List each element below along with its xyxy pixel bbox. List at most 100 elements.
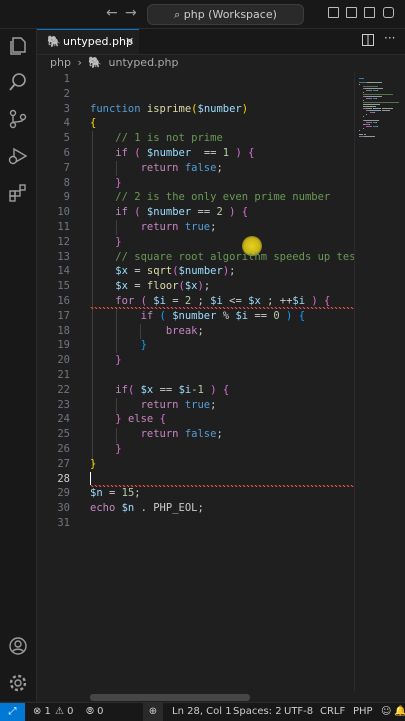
code-token: ) <box>305 295 318 307</box>
code-token: else <box>127 413 160 426</box>
line-number: 30 <box>57 502 70 515</box>
line-number: 27 <box>57 457 70 470</box>
line-number: 20 <box>57 354 70 367</box>
explorer-icon[interactable] <box>7 35 29 57</box>
close-tab-icon[interactable]: ✕ <box>125 30 134 54</box>
code-token: } <box>140 339 147 352</box>
code-editor[interactable]: 1 2 3 function isprime($number) 4{5 // 1 is … <box>37 72 354 692</box>
line-endings[interactable]: CRLF <box>320 703 345 721</box>
horizontal-scrollbar[interactable] <box>90 694 250 701</box>
search-icon[interactable] <box>7 71 29 93</box>
code-token: ) <box>279 309 293 322</box>
minimap-mark <box>368 124 370 125</box>
code-text: if ( $number % $i == 0 ) { <box>90 309 305 324</box>
cursor-position[interactable]: Ln 28, Col 1 <box>172 703 232 721</box>
code-token: echo <box>90 502 122 515</box>
code-token: $number <box>172 309 217 322</box>
problems-errors[interactable]: ⊗ 1 <box>33 703 51 721</box>
line-number: 28 <box>57 472 70 485</box>
code-line: 19 } <box>37 338 354 353</box>
ports-count[interactable]: ⦾ 0 <box>86 703 104 721</box>
code-token: } <box>115 176 122 189</box>
extensions-icon[interactable] <box>7 182 29 204</box>
breadcrumb-file[interactable]: untyped.php <box>109 56 179 69</box>
go-forward-button[interactable]: → <box>125 5 137 21</box>
code-line: 27} <box>37 457 354 472</box>
manage-gear-icon[interactable] <box>7 672 29 694</box>
code-token: ; <box>191 295 211 307</box>
indentation[interactable]: Spaces: 2 <box>233 703 282 721</box>
line-number: 15 <box>57 280 70 293</box>
code-token: if <box>140 309 160 322</box>
feedback-icon[interactable]: ☺ <box>381 703 391 721</box>
problems-warnings[interactable]: ⚠ 0 <box>55 703 74 721</box>
code-token: ) <box>229 147 242 159</box>
minimap-mark <box>362 94 394 95</box>
code-token: break <box>165 324 198 337</box>
code-text: } <box>90 442 121 457</box>
minimap-mark <box>378 104 380 105</box>
code-token: == <box>191 206 217 219</box>
split-editor-icon[interactable] <box>362 34 374 46</box>
run-debug-icon[interactable] <box>7 145 29 167</box>
layout-panel-icon[interactable] <box>346 7 357 18</box>
code-token: // 1 is not prime <box>115 132 223 145</box>
code-token: sqrt <box>146 265 173 278</box>
minimap-mark <box>392 108 394 109</box>
remote-indicator[interactable]: ⤢ <box>0 703 25 721</box>
code-token: { <box>298 309 306 322</box>
code-token: { <box>324 295 331 307</box>
layout-customize-icon[interactable] <box>383 7 394 18</box>
code-token: } <box>115 235 122 248</box>
more-actions-icon[interactable]: ··· <box>384 31 395 45</box>
line-number: 14 <box>57 265 70 278</box>
code-text: return false; <box>90 161 223 176</box>
code-text: } else { <box>90 412 166 427</box>
code-token: ; ++ <box>260 295 293 307</box>
code-line: 3 function isprime($number) <box>37 102 354 117</box>
code-token: ( <box>159 309 173 322</box>
code-text: for ( $i = 2 ; $i <= $x ; ++$i ) { <box>90 294 330 309</box>
code-token: isprime <box>146 102 192 115</box>
code-token: if <box>115 206 135 219</box>
line-number: 9 <box>63 191 70 204</box>
layout-sidebar-icon[interactable] <box>328 7 339 18</box>
code-token: $number <box>146 206 192 219</box>
code-line: 9 // 2 is the only even prime number <box>37 190 354 205</box>
minimap[interactable] <box>354 72 405 692</box>
account-icon[interactable] <box>7 635 29 657</box>
code-line: 11 return true; <box>37 220 354 235</box>
code-line: 25 return false; <box>37 427 354 442</box>
code-token: $i <box>178 383 192 396</box>
minimap-mark <box>365 136 376 137</box>
command-center-search[interactable]: ⌕ php (Workspace) <box>147 4 304 25</box>
code-token: false <box>184 428 217 441</box>
tab-untyped-php[interactable]: 🐘 untyped.php ✕ <box>37 29 139 54</box>
minimap-mark <box>362 128 364 129</box>
go-back-button[interactable]: ← <box>106 5 118 21</box>
layout-secondary-icon[interactable] <box>364 7 375 18</box>
line-number: 25 <box>57 428 70 441</box>
code-token: == <box>248 309 274 322</box>
line-number: 31 <box>57 517 70 529</box>
encoding[interactable]: UTF-8 <box>284 703 313 721</box>
tab-label: untyped.php <box>63 35 133 48</box>
code-token: ) <box>222 206 236 219</box>
code-token: $i <box>292 295 306 307</box>
breadcrumb-folder[interactable]: php <box>50 56 71 69</box>
language-mode[interactable]: PHP <box>353 703 373 721</box>
line-number: 16 <box>57 295 70 307</box>
code-token: $i <box>210 295 223 307</box>
bell-icon[interactable]: 🔔 <box>394 703 405 721</box>
line-number: 6 <box>63 147 70 159</box>
line-number: 21 <box>57 369 70 381</box>
source-control-icon[interactable] <box>7 108 29 130</box>
zoom-icon[interactable]: ⊕ <box>143 703 163 721</box>
code-token: for <box>115 295 141 307</box>
